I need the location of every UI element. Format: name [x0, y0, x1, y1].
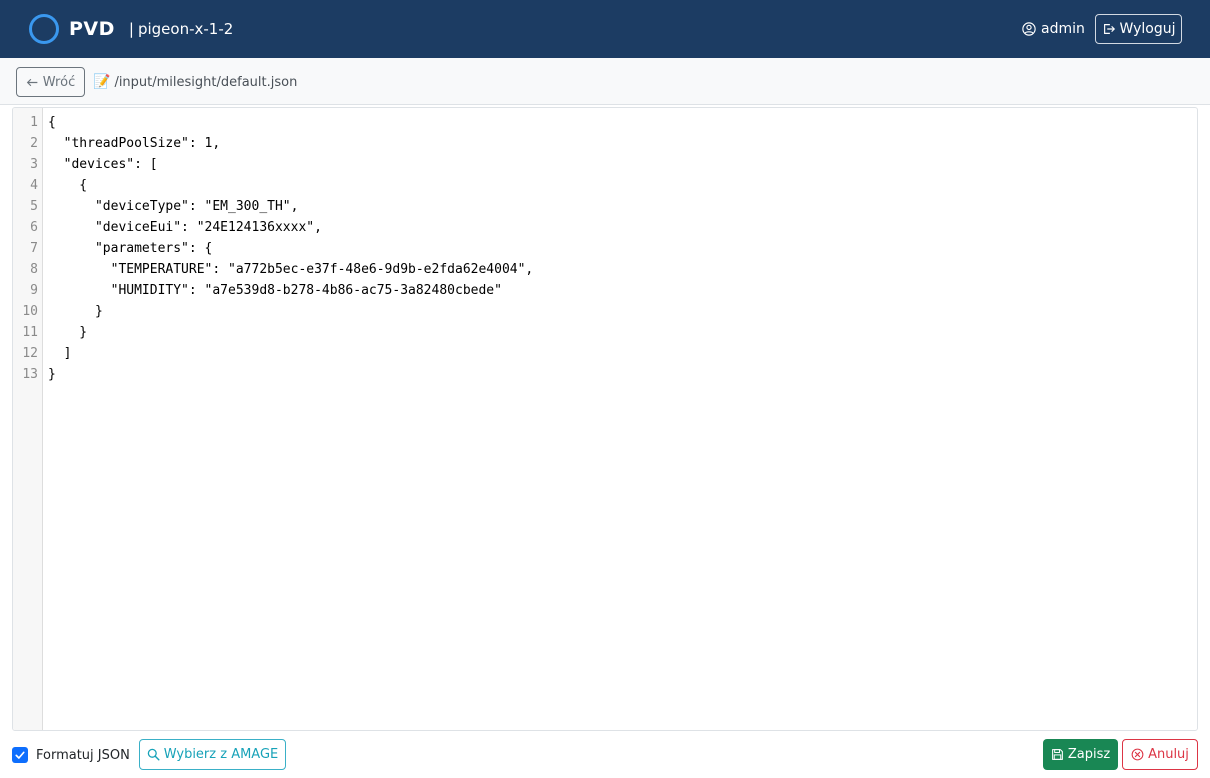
code-line[interactable]: } — [48, 301, 103, 322]
top-navbar: PVD | pigeon-x-1-2 admin Wyloguj — [0, 0, 1210, 58]
line-number-gutter: 1 2 3 4 5 6 7 8 9 10 11 12 13 — [13, 108, 43, 730]
brand-separator: | — [128, 20, 134, 38]
editor-footer: Formatuj JSON Wybierz z AMAGE Zapisz Anu… — [0, 737, 1210, 773]
code-line[interactable]: ] — [48, 343, 72, 364]
code-line[interactable]: } — [48, 322, 87, 343]
select-from-amage-button[interactable]: Wybierz z AMAGE — [139, 739, 286, 770]
line-number: 9 — [30, 283, 38, 298]
user-name: admin — [1041, 21, 1085, 37]
back-label: Wróć — [42, 74, 76, 90]
floppy-disk-icon — [1051, 749, 1063, 760]
code-line[interactable]: "devices": [ — [48, 154, 158, 175]
cancel-label: Anuluj — [1148, 747, 1189, 762]
line-number: 1 — [30, 115, 38, 130]
back-button[interactable]: Wróć — [16, 67, 85, 97]
line-number: 3 — [30, 157, 38, 172]
line-number: 12 — [22, 346, 38, 361]
line-number: 2 — [30, 136, 38, 151]
line-number: 6 — [30, 220, 38, 235]
line-number: 5 — [30, 199, 38, 214]
amage-label: Wybierz z AMAGE — [163, 747, 279, 762]
logout-icon — [1103, 24, 1115, 34]
code-line[interactable]: { — [48, 112, 56, 133]
checkmark-icon — [15, 751, 25, 759]
file-path: 📝 /input/milesight/default.json — [93, 73, 297, 91]
json-editor[interactable]: 1 2 3 4 5 6 7 8 9 10 11 12 13 { "threadP… — [12, 107, 1198, 731]
code-line[interactable]: "deviceType": "EM_300_TH", — [48, 196, 299, 217]
line-number: 11 — [22, 325, 38, 340]
arrow-left-icon — [26, 78, 38, 86]
save-label: Zapisz — [1067, 747, 1111, 762]
line-number: 10 — [22, 304, 38, 319]
close-circle-icon — [1131, 748, 1144, 761]
brand-logo-icon — [29, 14, 59, 44]
brand-name: PVD — [69, 18, 115, 40]
format-json-checkbox[interactable] — [12, 747, 28, 763]
format-json-label[interactable]: Formatuj JSON — [36, 747, 130, 765]
line-number: 7 — [30, 241, 38, 256]
logout-label: Wyloguj — [1119, 21, 1176, 37]
line-number: 13 — [22, 367, 38, 382]
user-circle-icon — [1022, 22, 1036, 36]
code-line[interactable]: "threadPoolSize": 1, — [48, 133, 221, 154]
brand[interactable]: PVD | pigeon-x-1-2 — [29, 14, 233, 44]
save-button[interactable]: Zapisz — [1043, 739, 1118, 770]
code-line[interactable]: } — [48, 364, 56, 385]
line-number: 8 — [30, 262, 38, 277]
line-number: 4 — [30, 178, 38, 193]
file-path-text: /input/milesight/default.json — [114, 74, 298, 90]
current-user[interactable]: admin — [1022, 19, 1085, 39]
hostname: pigeon-x-1-2 — [137, 20, 234, 38]
code-line[interactable]: "parameters": { — [48, 238, 212, 259]
code-line[interactable]: "HUMIDITY": "a7e539d8-b278-4b86-ac75-3a8… — [48, 280, 502, 301]
logout-button[interactable]: Wyloguj — [1095, 14, 1182, 44]
code-line[interactable]: "TEMPERATURE": "a772b5ec-e37f-48e6-9d9b-… — [48, 259, 534, 280]
code-line[interactable]: { — [48, 175, 87, 196]
code-line[interactable]: "deviceEui": "24E124136xxxx", — [48, 217, 322, 238]
cancel-button[interactable]: Anuluj — [1122, 739, 1198, 770]
search-icon — [147, 748, 160, 761]
memo-icon: 📝 — [93, 74, 111, 90]
editor-toolbar: Wróć 📝 /input/milesight/default.json — [0, 58, 1210, 105]
